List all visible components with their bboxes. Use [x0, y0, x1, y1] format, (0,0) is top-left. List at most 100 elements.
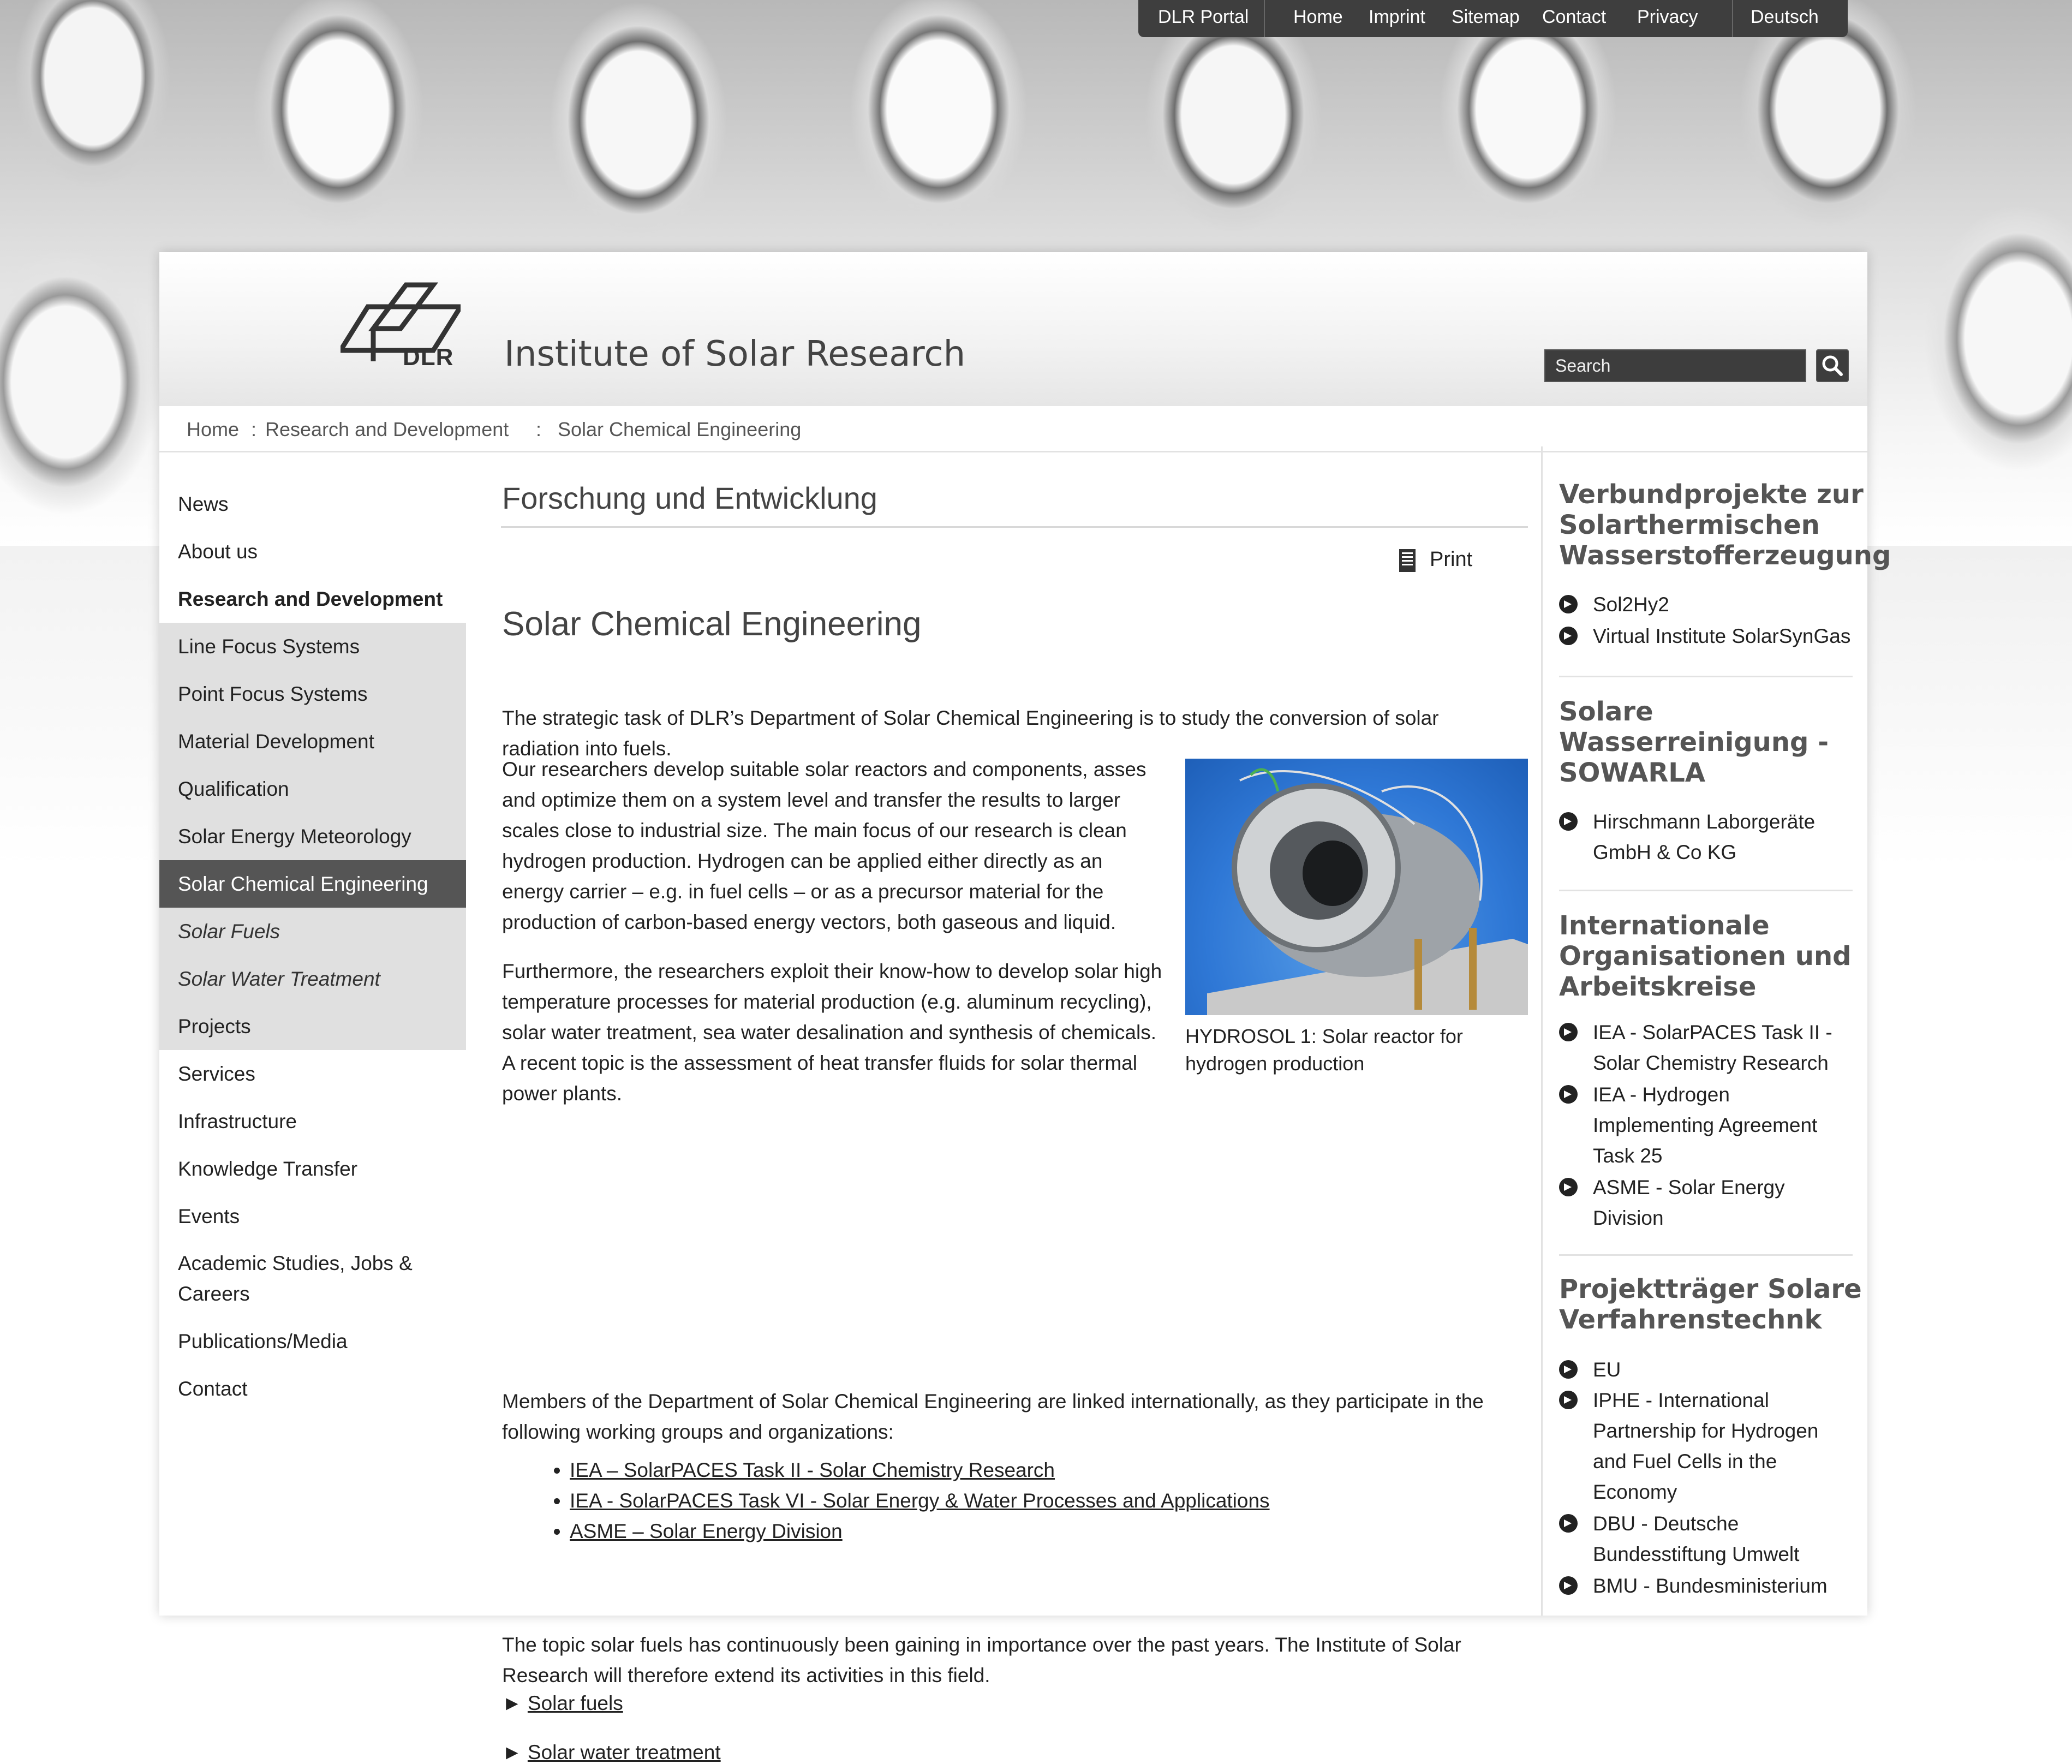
top-nav-dlr-portal[interactable]: DLR Portal [1158, 7, 1249, 28]
nav-item-infrastructure[interactable]: Infrastructure [159, 1098, 466, 1145]
nav-item-publications-media[interactable]: Publications/Media [159, 1318, 466, 1365]
background-left [0, 546, 159, 1616]
link-solar-water-treatment[interactable]: Solar water treatment [528, 1741, 721, 1763]
link-iea-task-ii[interactable]: IEA – SolarPACES Task II - Solar Chemist… [570, 1459, 1055, 1481]
list-item: IEA - SolarPACES Task VI - Solar Energy … [570, 1486, 1270, 1516]
breadcrumb-home[interactable]: Home [187, 418, 239, 441]
sidebar-link-eu[interactable]: EU [1559, 1355, 1854, 1385]
sidebar-link-label: Hirschmann Laborgeräte GmbH & Co KG [1593, 811, 1816, 863]
arrow-circle-icon [1559, 1023, 1578, 1041]
nav-item-solar-fuels[interactable]: Solar Fuels [159, 908, 466, 955]
arrow-right-icon: ► [502, 1741, 522, 1763]
arrow-circle-icon [1559, 1085, 1578, 1104]
paragraph-international: Members of the Department of Solar Chemi… [502, 1390, 1484, 1443]
sidebar-link-dbu[interactable]: DBU - Deutsche Bundesstiftung Umwelt [1559, 1509, 1854, 1570]
link-iea-task-vi[interactable]: IEA - SolarPACES Task VI - Solar Energy … [570, 1489, 1270, 1512]
search-input[interactable] [1544, 349, 1806, 382]
top-navigation: DLR Portal Home Imprint Sitemap Contact … [1138, 0, 1848, 37]
right-sidebar: Verbundprojekte zur Solarthermischen Was… [1541, 446, 1891, 1616]
arrow-right-icon: ► [502, 1692, 522, 1714]
sidebar-divider [1559, 890, 1853, 891]
print-link[interactable]: Print [1430, 548, 1472, 571]
sidebar-link-label: IPHE - International Partnership for Hyd… [1593, 1389, 1819, 1503]
institute-title[interactable]: Institute of Solar Research [504, 334, 965, 374]
nav-item-material-development[interactable]: Material Development [159, 718, 466, 765]
arrow-link-solar-fuels: ► Solar fuels [502, 1692, 623, 1715]
page-title: Solar Chemical Engineering [502, 605, 922, 643]
nav-item-contact[interactable]: Contact [159, 1365, 466, 1413]
paragraph-processes: Furthermore, the researchers exploit the… [502, 960, 1162, 1105]
sidebar-link-label: Virtual Institute SolarSynGas [1593, 625, 1851, 647]
reactor-photo-icon [1207, 768, 1528, 1015]
arrow-circle-icon [1559, 1576, 1578, 1595]
nav-item-knowledge-transfer[interactable]: Knowledge Transfer [159, 1145, 466, 1193]
list-item: ASME – Solar Energy Division [570, 1516, 1270, 1547]
top-nav-language[interactable]: Deutsch [1751, 7, 1819, 28]
breadcrumb-research[interactable]: Research and Development [265, 418, 509, 441]
section-title: Forschung und Entwicklung [502, 481, 877, 515]
nav-item-solar-water-treatment[interactable]: Solar Water Treatment [159, 955, 466, 1003]
nav-item-about-us[interactable]: About us [159, 528, 466, 575]
nav-item-academic-studies[interactable]: Academic Studies, Jobs & Careers [159, 1240, 466, 1318]
nav-item-services[interactable]: Services [159, 1050, 466, 1098]
top-nav-imprint[interactable]: Imprint [1369, 7, 1425, 28]
page-container: DLR Institute of Solar Research Home : R… [159, 252, 1891, 1763]
site-header: DLR Institute of Solar Research [159, 252, 1867, 406]
link-asme[interactable]: ASME – Solar Energy Division [570, 1520, 843, 1542]
arrow-link-solar-water-treatment: ► Solar water treatment [502, 1741, 721, 1764]
top-nav-contact[interactable]: Contact [1542, 7, 1606, 28]
link-solar-fuels[interactable]: Solar fuels [528, 1692, 623, 1714]
sidebar-link-asme[interactable]: ASME - Solar Energy Division [1559, 1172, 1854, 1233]
print-icon[interactable] [1397, 548, 1418, 573]
arrow-circle-icon [1559, 1514, 1578, 1533]
top-nav-privacy[interactable]: Privacy [1637, 7, 1698, 28]
breadcrumb-current: Solar Chemical Engineering [558, 418, 802, 440]
sidebar-link-iphe[interactable]: IPHE - International Partnership for Hyd… [1559, 1385, 1854, 1507]
sidebar-link-label: IEA - SolarPACES Task II - Solar Chemist… [1593, 1021, 1832, 1074]
arrow-circle-icon [1559, 1178, 1578, 1196]
working-groups-list: IEA – SolarPACES Task II - Solar Chemist… [546, 1455, 1270, 1547]
paragraph-solar-fuels: The topic solar fuels has continuously b… [502, 1634, 1461, 1686]
sidebar-heading: Verbundprojekte zur Solarthermischen Was… [1559, 479, 1891, 571]
left-navigation: News About us Research and Development L… [159, 480, 466, 1413]
search-icon [1822, 355, 1843, 376]
nav-item-research-and-development[interactable]: Research and Development [159, 575, 466, 623]
nav-item-news[interactable]: News [159, 480, 466, 528]
nav-item-projects[interactable]: Projects [159, 1003, 466, 1050]
logo-text: DLR [403, 344, 454, 371]
sidebar-link-label: ASME - Solar Energy Division [1593, 1176, 1785, 1229]
figure-caption: HYDROSOL 1: Solar reactor for hydrogen p… [1185, 1025, 1463, 1075]
hydrosol-reactor-image[interactable] [1185, 759, 1528, 1015]
breadcrumb-separator: : [536, 418, 542, 440]
sidebar-link-label: EU [1593, 1358, 1621, 1381]
top-nav-separator [1264, 0, 1265, 37]
nav-item-solar-chemical-engineering[interactable]: Solar Chemical Engineering [159, 860, 466, 908]
sidebar-link-hirschmann[interactable]: Hirschmann Laborgeräte GmbH & Co KG [1559, 807, 1854, 868]
paragraph-research: Our researchers develop suitable solar r… [502, 758, 1147, 933]
breadcrumb: Home : Research and Development : Solar … [159, 406, 1867, 452]
search-button[interactable] [1816, 349, 1849, 382]
arrow-circle-icon [1559, 1360, 1578, 1379]
sidebar-link-solarsyngas[interactable]: Virtual Institute SolarSynGas [1559, 621, 1854, 652]
sidebar-link-bmu[interactable]: BMU - Bundesministerium [1559, 1571, 1854, 1601]
sidebar-heading: Projektträger Solare Verfahrenstechnk [1559, 1274, 1862, 1335]
top-nav-sitemap[interactable]: Sitemap [1452, 7, 1520, 28]
nav-item-solar-energy-meteorology[interactable]: Solar Energy Meteorology [159, 813, 466, 860]
top-nav-separator [1732, 0, 1733, 37]
sidebar-link-label: BMU - Bundesministerium [1593, 1575, 1828, 1597]
nav-item-point-focus-systems[interactable]: Point Focus Systems [159, 670, 466, 718]
arrow-circle-icon [1559, 627, 1578, 645]
sidebar-link-label: DBU - Deutsche Bundesstiftung Umwelt [1593, 1512, 1800, 1565]
arrow-circle-icon [1559, 812, 1578, 831]
nav-item-line-focus-systems[interactable]: Line Focus Systems [159, 623, 466, 670]
sidebar-divider [1559, 1254, 1853, 1256]
sidebar-link-iea-hydrogen[interactable]: IEA - Hydrogen Implementing Agreement Ta… [1559, 1080, 1854, 1171]
sidebar-link-sol2hy2[interactable]: Sol2Hy2 [1559, 589, 1854, 620]
sidebar-link-label: IEA - Hydrogen Implementing Agreement Ta… [1593, 1083, 1818, 1167]
top-nav-home[interactable]: Home [1293, 7, 1343, 28]
arrow-circle-icon [1559, 1391, 1578, 1409]
sidebar-link-iea-task-ii[interactable]: IEA - SolarPACES Task II - Solar Chemist… [1559, 1017, 1854, 1078]
nav-item-qualification[interactable]: Qualification [159, 765, 466, 813]
sidebar-divider [1559, 676, 1853, 677]
nav-item-events[interactable]: Events [159, 1193, 466, 1240]
